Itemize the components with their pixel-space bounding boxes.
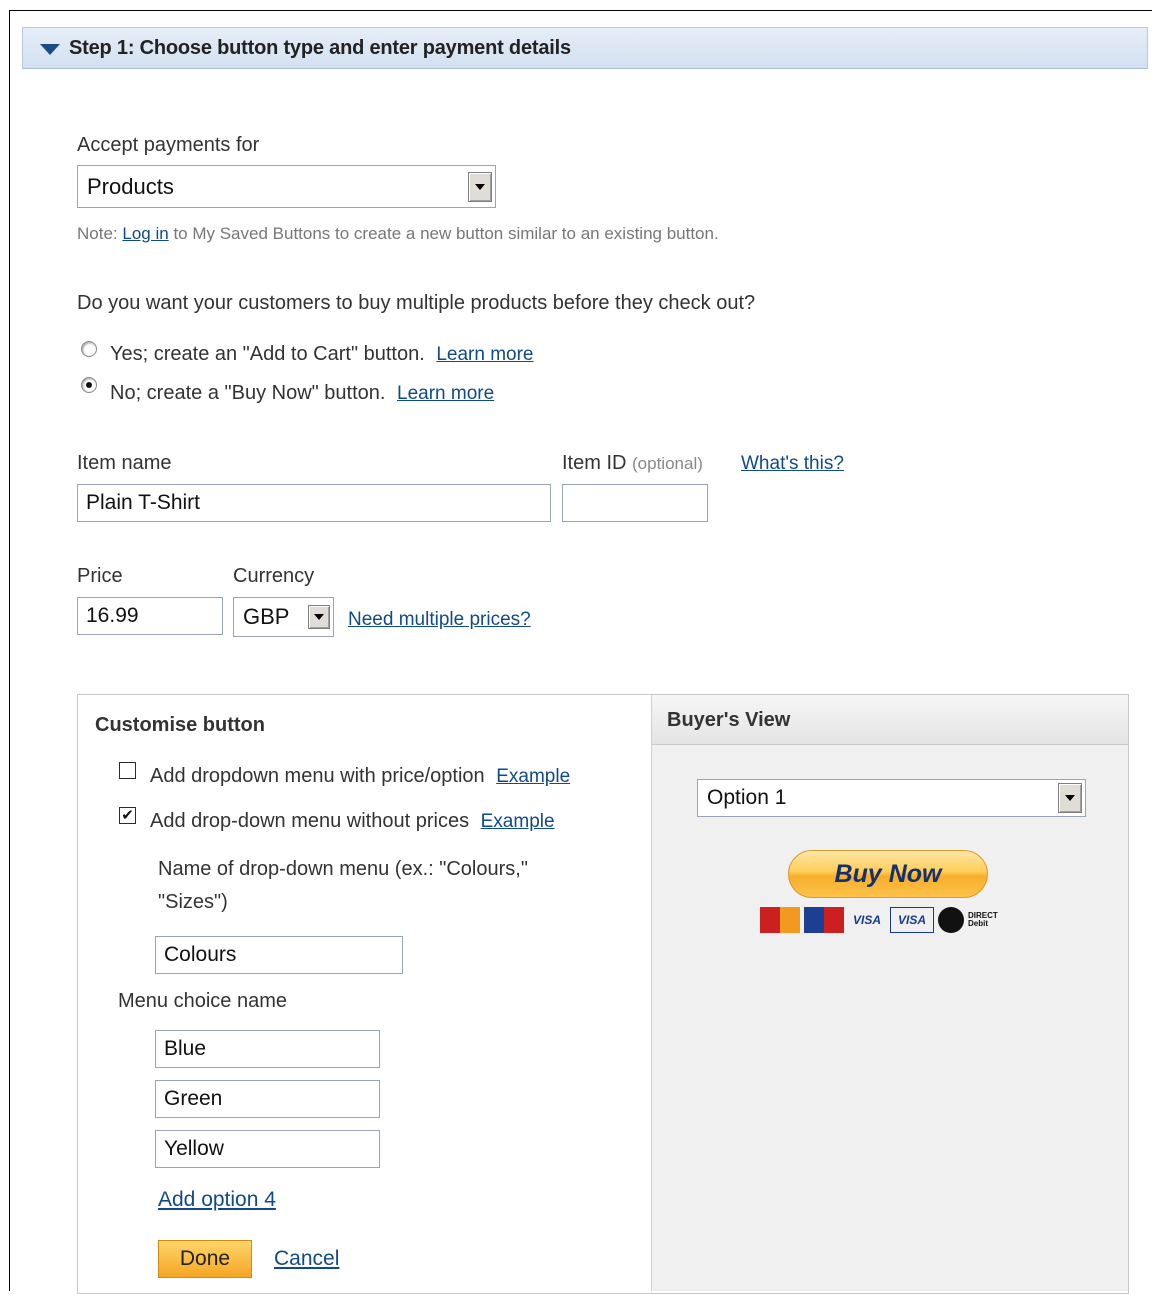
buyer-view-title: Buyer's View (667, 709, 791, 731)
option-price-dropdown: Add dropdown menu with price/option Exam… (150, 765, 570, 788)
step-header[interactable]: Step 1: Choose button type and enter pay… (22, 27, 1148, 69)
add-option-link[interactable]: Add option 4 (158, 1188, 276, 1212)
item-id-input[interactable] (562, 484, 708, 522)
buy-now-button[interactable]: Buy Now (788, 850, 988, 898)
collapse-triangle-icon[interactable] (40, 43, 60, 55)
visa-icon: VISA (852, 913, 881, 927)
log-in-link[interactable]: Log in (122, 224, 168, 243)
checkbox-price-option[interactable] (119, 762, 136, 779)
learn-more-cart-link[interactable]: Learn more (436, 344, 533, 365)
need-multiple-prices-link[interactable]: Need multiple prices? (348, 609, 531, 631)
menu-choice-input-2[interactable]: Green (155, 1080, 380, 1118)
menu-choice-input-1[interactable]: Blue (155, 1030, 380, 1068)
accept-payments-value: Products (87, 173, 174, 199)
learn-more-buy-now-link[interactable]: Learn more (397, 383, 494, 404)
direct-debit-label: DIRECT Debit (968, 911, 998, 928)
radio-add-to-cart[interactable] (81, 341, 97, 357)
option-add-to-cart: Yes; create an "Add to Cart" button. Lea… (110, 343, 534, 366)
note-suffix: to My Saved Buttons to create a new butt… (173, 224, 719, 243)
menu-name-input[interactable]: Colours (155, 936, 403, 974)
dropdown-arrow-icon[interactable] (468, 171, 492, 202)
currency-select[interactable]: GBP (233, 597, 334, 637)
currency-value: GBP (243, 604, 290, 629)
option-price-dropdown-label: Add dropdown menu with price/option (150, 765, 485, 787)
checkbox-no-price-option[interactable]: ✔ (119, 807, 136, 824)
item-name-input[interactable]: Plain T-Shirt (77, 484, 551, 522)
visa-electron-icon: VISA (890, 907, 934, 933)
multi-products-question: Do you want your customers to buy multip… (77, 292, 756, 314)
price-label: Price (77, 565, 123, 587)
accept-payments-select[interactable]: Products (77, 165, 496, 208)
currency-label: Currency (233, 565, 315, 587)
price-input[interactable]: 16.99 (77, 597, 223, 635)
done-button[interactable]: Done (158, 1240, 252, 1278)
accept-payments-label: Accept payments for (77, 134, 260, 156)
checkmark-icon: ✔ (121, 807, 134, 824)
option-no-price-dropdown-label: Add drop-down menu without prices (150, 810, 470, 832)
option-buy-now: No; create a "Buy Now" button. Learn mor… (110, 382, 494, 405)
dropdown-arrow-icon[interactable] (1058, 783, 1082, 813)
maestro-icon (804, 907, 844, 933)
mastercard-icon (760, 907, 800, 933)
example-link-2[interactable]: Example (481, 811, 555, 832)
buyer-option-value: Option 1 (707, 786, 787, 809)
example-link-1[interactable]: Example (496, 766, 570, 787)
item-id-label: Item ID (optional) (562, 452, 703, 475)
cancel-link[interactable]: Cancel (274, 1247, 339, 1271)
option-buy-now-label: No; create a "Buy Now" button. (110, 382, 386, 404)
menu-name-label-line2: "Sizes") (158, 891, 228, 913)
option-no-price-dropdown: Add drop-down menu without prices Exampl… (150, 810, 555, 833)
radio-buy-now[interactable] (81, 377, 97, 393)
buyer-view-header: Buyer's View (652, 695, 1128, 745)
buyer-option-select[interactable]: Option 1 (697, 779, 1086, 817)
option-add-to-cart-label: Yes; create an "Add to Cart" button. (110, 343, 425, 365)
menu-choice-label: Menu choice name (118, 990, 287, 1012)
step-title: Step 1: Choose button type and enter pay… (69, 36, 571, 59)
payment-cards: VISA VISA DIRECT Debit (760, 905, 1004, 935)
dropdown-arrow-icon[interactable] (308, 605, 330, 629)
item-name-label: Item name (77, 452, 172, 474)
menu-name-label-line1: Name of drop-down menu (ex.: "Colours," (158, 858, 528, 880)
customise-title: Customise button (95, 714, 265, 736)
whats-this-link[interactable]: What's this? (741, 453, 844, 475)
note-text: Note: Log in to My Saved Buttons to crea… (77, 224, 719, 244)
direct-debit-icon (938, 907, 964, 933)
note-prefix: Note: (77, 224, 118, 243)
menu-choice-input-3[interactable]: Yellow (155, 1130, 380, 1168)
item-id-label-text: Item ID (562, 452, 627, 474)
item-id-optional: (optional) (632, 454, 703, 473)
